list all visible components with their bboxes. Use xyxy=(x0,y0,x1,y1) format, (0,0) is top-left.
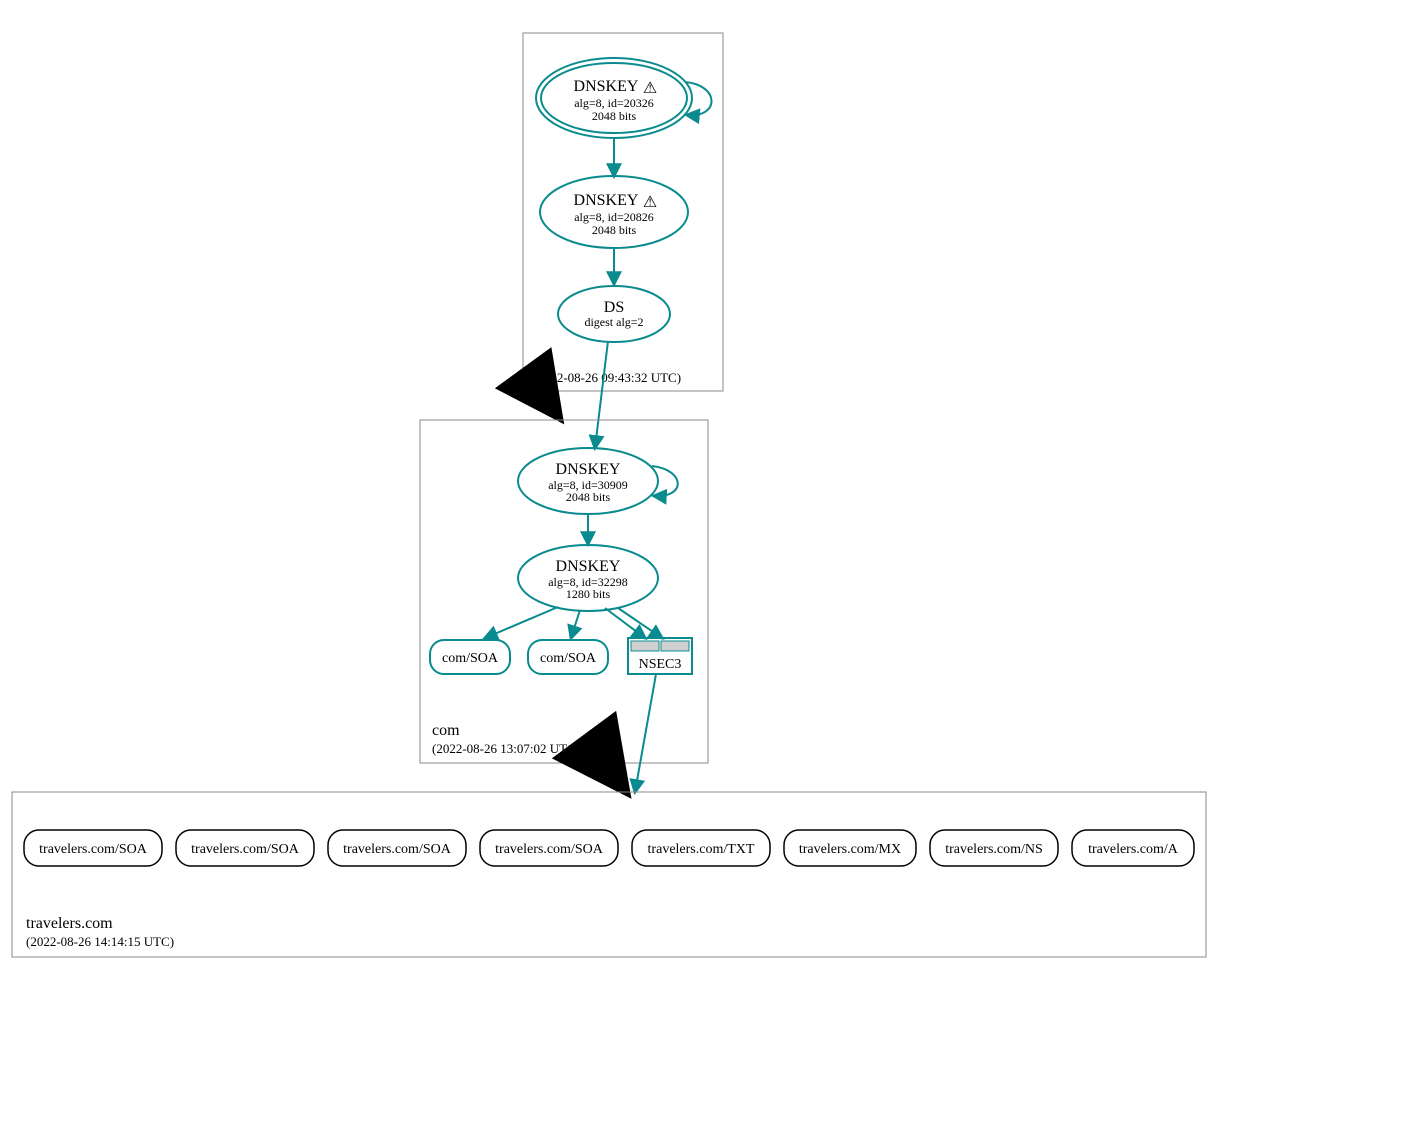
travelers-record: travelers.com/SOA xyxy=(24,830,162,866)
zone-root-ts: (2022-08-26 09:43:32 UTC) xyxy=(533,370,681,385)
com-soa1-label: com/SOA xyxy=(442,651,499,666)
sign-arrow xyxy=(571,610,580,638)
warning-icon: ⚠ xyxy=(643,80,657,97)
com-dnskey-zsk: DNSKEY alg=8, id=32298 1280 bits xyxy=(518,545,658,611)
root-dnskey2-alg: alg=8, id=20826 xyxy=(574,210,654,224)
delegation-arrow xyxy=(540,391,556,413)
travelers-record: travelers.com/TXT xyxy=(632,830,770,866)
travelers-record: travelers.com/SOA xyxy=(328,830,466,866)
self-sign-arrow xyxy=(652,466,678,496)
delegation-arrow xyxy=(605,763,622,786)
root-ds-alg: digest alg=2 xyxy=(584,315,643,329)
ds-to-dnskey-arrow xyxy=(595,341,608,448)
travelers-rec-7: travelers.com/A xyxy=(1088,842,1179,857)
warning-icon: ⚠ xyxy=(643,194,657,211)
sign-arrow xyxy=(485,607,558,638)
zone-com-ts: (2022-08-26 13:07:02 UTC) xyxy=(432,741,580,756)
zone-travelers-box xyxy=(12,792,1206,957)
travelers-record: travelers.com/A xyxy=(1072,830,1194,866)
travelers-record: travelers.com/MX xyxy=(784,830,916,866)
root-dnskey-zsk: DNSKEY ⚠ alg=8, id=20826 2048 bits xyxy=(540,176,688,248)
com-dnskey-ksk: DNSKEY alg=8, id=30909 2048 bits xyxy=(518,448,658,514)
travelers-rec-1: travelers.com/SOA xyxy=(191,842,300,857)
dnssec-diagram: DNSKEY ⚠ alg=8, id=20326 2048 bits DNSKE… xyxy=(0,0,1416,1140)
travelers-rec-6: travelers.com/NS xyxy=(945,842,1043,857)
root-ds: DS digest alg=2 xyxy=(558,286,670,342)
root-dnskey-ksk: DNSKEY ⚠ alg=8, id=20326 2048 bits xyxy=(536,58,692,138)
zone-travelers-ts: (2022-08-26 14:14:15 UTC) xyxy=(26,934,174,949)
travelers-rec-3: travelers.com/SOA xyxy=(495,842,604,857)
travelers-rec-2: travelers.com/SOA xyxy=(343,842,452,857)
travelers-rec-5: travelers.com/MX xyxy=(799,842,901,857)
com-dnskey1-title: DNSKEY xyxy=(556,461,621,478)
com-soa-record: com/SOA xyxy=(528,640,608,674)
root-dnskey2-bits: 2048 bits xyxy=(592,223,637,237)
nsec3-arrow xyxy=(635,674,656,792)
zone-travelers-name: travelers.com xyxy=(26,915,113,932)
com-dnskey1-bits: 2048 bits xyxy=(566,490,611,504)
com-dnskey2-title: DNSKEY xyxy=(556,558,621,575)
root-dnskey1-bits: 2048 bits xyxy=(592,109,637,123)
travelers-rec-0: travelers.com/SOA xyxy=(39,842,148,857)
travelers-record: travelers.com/SOA xyxy=(176,830,314,866)
travelers-record: travelers.com/NS xyxy=(930,830,1058,866)
root-dnskey1-alg: alg=8, id=20326 xyxy=(574,96,654,110)
travelers-record: travelers.com/SOA xyxy=(480,830,618,866)
com-nsec3-label: NSEC3 xyxy=(639,657,682,672)
zone-root-name: . xyxy=(533,352,537,369)
com-dnskey2-bits: 1280 bits xyxy=(566,587,611,601)
root-dnskey1-title: DNSKEY xyxy=(574,78,639,95)
travelers-rec-4: travelers.com/TXT xyxy=(648,842,755,857)
com-soa2-label: com/SOA xyxy=(540,651,597,666)
zone-com-name: com xyxy=(432,722,460,739)
com-soa-record: com/SOA xyxy=(430,640,510,674)
com-nsec3-record: NSEC3 xyxy=(628,638,692,674)
root-ds-title: DS xyxy=(604,299,624,316)
root-dnskey2-title: DNSKEY xyxy=(574,192,639,209)
